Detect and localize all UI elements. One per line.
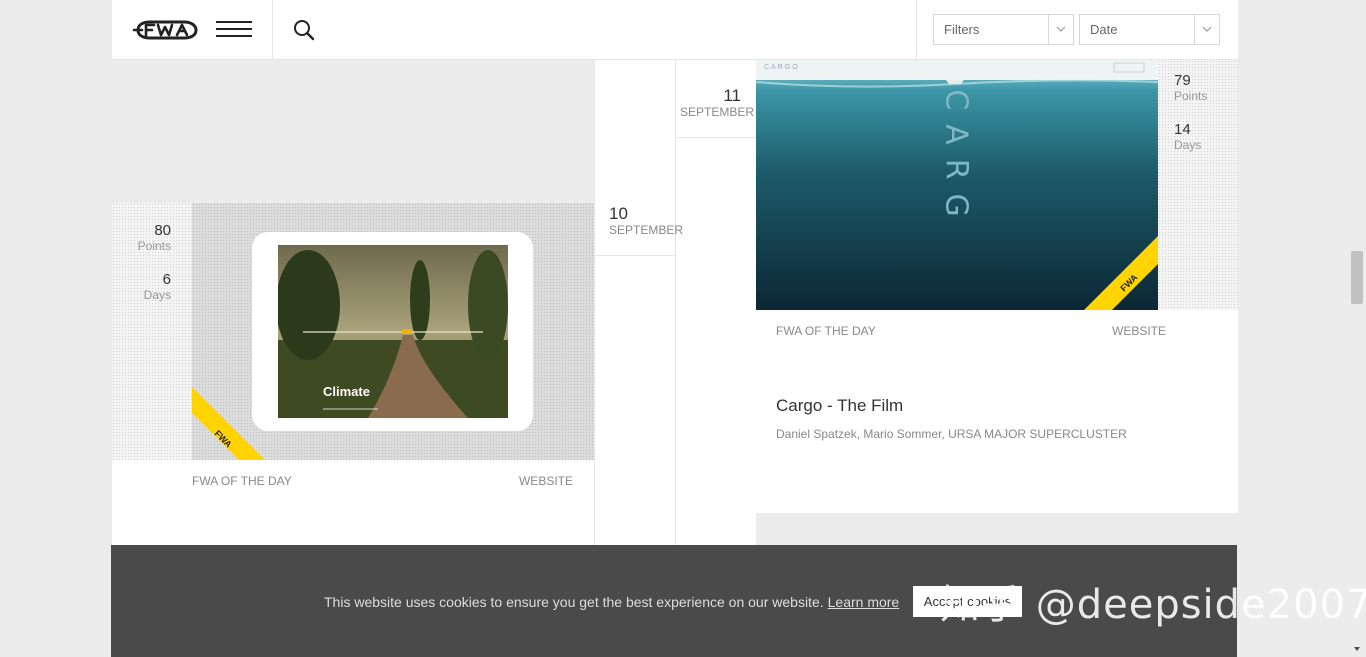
card-footer: FWA OF THE DAY WEBSITE <box>112 460 594 545</box>
date-label: 11 SEPTEMBER <box>680 86 755 120</box>
days-value: 14 <box>1174 121 1191 138</box>
watermark: 知乎 @deepside2007 <box>940 582 1366 628</box>
learn-more-link[interactable]: Learn more <box>828 594 900 610</box>
category-label[interactable]: WEBSITE <box>1112 324 1166 338</box>
days-label: Days <box>143 288 171 302</box>
header-divider <box>916 0 917 60</box>
card-authors: Daniel Spatzek, Mario Sommer, URSA MAJOR… <box>776 427 1127 441</box>
points-stat: 79 Points <box>1174 72 1208 104</box>
date-month: SEPTEMBER <box>609 223 684 237</box>
date-column <box>675 60 756 545</box>
date-column <box>594 60 675 545</box>
card-thumbnail[interactable]: Climate FWA <box>192 203 594 460</box>
date-day: 11 <box>723 86 741 105</box>
points-label: Points <box>1174 89 1208 103</box>
thumbnail-brand: CARGO <box>764 64 800 71</box>
menu-button[interactable] <box>216 21 252 39</box>
days-stat: 14 Days <box>1174 121 1202 153</box>
header-divider <box>272 0 273 60</box>
fwa-logo[interactable] <box>132 16 200 44</box>
days-value: 6 <box>162 271 171 288</box>
card-thumbnail[interactable]: CARGO CARG FWA <box>756 60 1158 310</box>
scrollbar-thumb[interactable] <box>1351 251 1363 304</box>
cookie-message-text: This website uses cookies to ensure you … <box>324 594 824 610</box>
points-value: 79 <box>1174 72 1191 89</box>
days-label: Days <box>1174 138 1202 152</box>
fwa-ribbon: FWA <box>1084 236 1158 310</box>
thumbnail-word: CARG <box>939 89 974 231</box>
date-month: SEPTEMBER <box>680 105 755 119</box>
date-select-label: Date <box>1090 22 1118 37</box>
site-header: Filters Date <box>112 0 1238 60</box>
filters-select[interactable]: Filters <box>933 14 1074 45</box>
award-label: FWA OF THE DAY <box>192 474 292 488</box>
search-icon[interactable] <box>292 18 316 42</box>
filters-label: Filters <box>944 22 980 37</box>
climate-screenshot: Climate <box>278 245 508 418</box>
scroll-down-icon[interactable] <box>1351 643 1363 655</box>
chevron-down-icon <box>1202 26 1212 32</box>
points-stat: 80 Points <box>112 222 171 254</box>
chevron-down-icon <box>1056 26 1066 32</box>
date-select[interactable]: Date <box>1079 14 1220 45</box>
days-stat: 6 Days <box>112 271 171 303</box>
points-label: Points <box>137 239 171 253</box>
thumbnail-title: Climate <box>323 384 370 399</box>
cookie-message: This website uses cookies to ensure you … <box>324 594 899 610</box>
date-label: 10 SEPTEMBER <box>609 204 684 238</box>
category-label[interactable]: WEBSITE <box>519 474 573 488</box>
award-label: FWA OF THE DAY <box>776 324 876 338</box>
date-day: 10 <box>609 204 628 223</box>
card-footer: FWA OF THE DAY WEBSITE Cargo - The Film … <box>756 310 1238 513</box>
fwa-ribbon: FWA <box>192 387 265 460</box>
hamburger-icon <box>216 21 252 23</box>
card-title[interactable]: Cargo - The Film <box>776 396 903 416</box>
points-value: 80 <box>154 222 171 239</box>
